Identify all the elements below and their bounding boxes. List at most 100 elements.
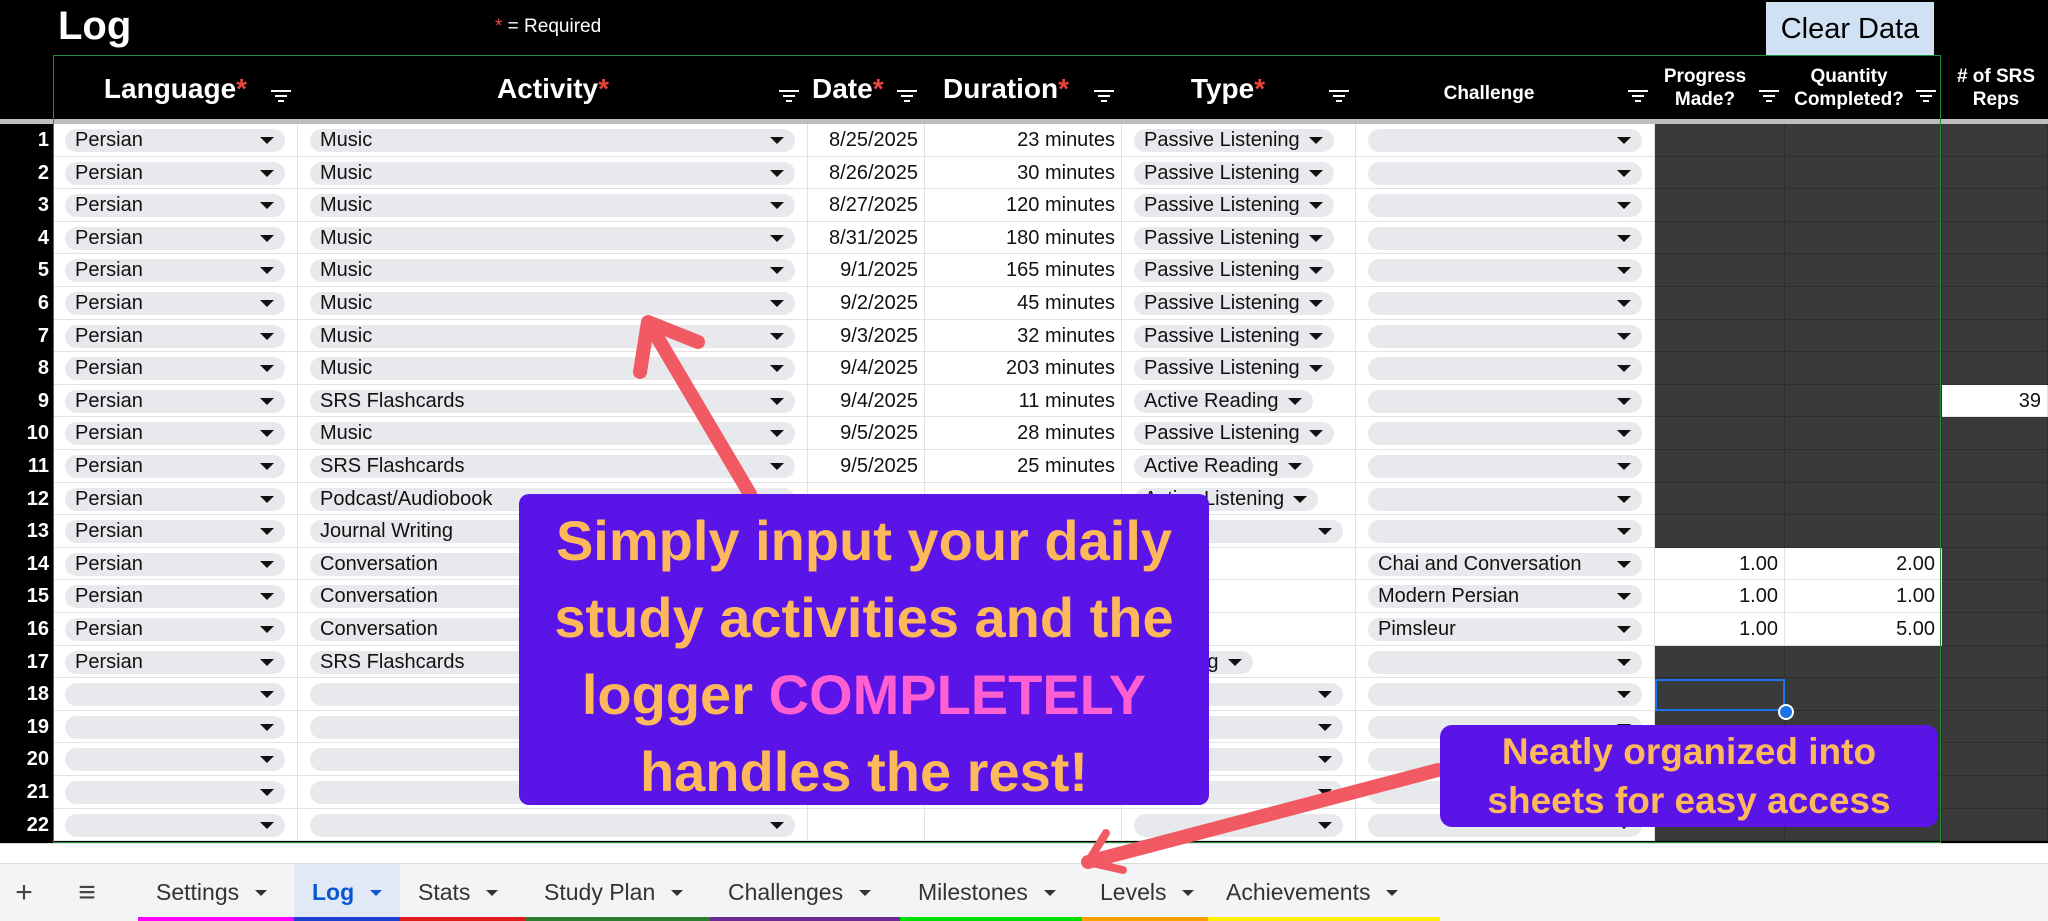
cell-date[interactable]: 9/4/2025 bbox=[808, 352, 925, 385]
chevron-down-icon[interactable] bbox=[1386, 889, 1399, 896]
cell-progress[interactable] bbox=[1655, 287, 1785, 320]
challenge-dropdown[interactable]: Pimsleur bbox=[1368, 618, 1642, 641]
cell-challenge[interactable] bbox=[1356, 385, 1655, 417]
cell-challenge[interactable] bbox=[1356, 157, 1655, 189]
challenge-dropdown[interactable] bbox=[1368, 683, 1642, 706]
type-dropdown[interactable]: Active Reading bbox=[1134, 455, 1313, 478]
row-number[interactable]: 1 bbox=[0, 124, 53, 156]
cell-srs[interactable] bbox=[1942, 776, 2048, 809]
cell-quantity[interactable] bbox=[1785, 287, 1942, 320]
dropdown-arrow-icon[interactable] bbox=[1318, 756, 1332, 763]
type-dropdown[interactable]: Passive Listening bbox=[1134, 357, 1334, 380]
row-number[interactable]: 9 bbox=[0, 385, 53, 417]
cell-srs[interactable] bbox=[1942, 483, 2048, 515]
cell-quantity[interactable]: 5.00 bbox=[1785, 613, 1942, 646]
cell-quantity[interactable]: 2.00 bbox=[1785, 548, 1942, 580]
tab-milestones[interactable]: Milestones bbox=[900, 864, 1082, 921]
cell-activity[interactable]: Music bbox=[298, 254, 808, 287]
cell-type[interactable]: Passive Listening bbox=[1122, 352, 1356, 385]
dropdown-arrow-icon[interactable] bbox=[1617, 235, 1631, 242]
activity-dropdown[interactable]: Music bbox=[310, 357, 795, 380]
challenge-dropdown[interactable] bbox=[1368, 259, 1642, 282]
header-activity[interactable]: Activity * bbox=[298, 55, 808, 121]
cell-language[interactable] bbox=[53, 776, 298, 809]
dropdown-arrow-icon[interactable] bbox=[1617, 463, 1631, 470]
cell-progress[interactable] bbox=[1655, 254, 1785, 287]
cell-challenge[interactable] bbox=[1356, 483, 1655, 515]
cell-date[interactable]: 8/27/2025 bbox=[808, 189, 925, 222]
row-number[interactable]: 16 bbox=[0, 613, 53, 645]
language-dropdown[interactable]: Persian bbox=[65, 488, 285, 511]
dropdown-arrow-icon[interactable] bbox=[1308, 202, 1323, 209]
dropdown-arrow-icon[interactable] bbox=[260, 170, 274, 177]
cell-srs[interactable] bbox=[1942, 809, 2048, 841]
dropdown-arrow-icon[interactable] bbox=[770, 365, 784, 372]
cell-srs[interactable] bbox=[1942, 711, 2048, 743]
dropdown-arrow-icon[interactable] bbox=[1617, 593, 1631, 600]
language-dropdown[interactable]: Persian bbox=[65, 325, 285, 348]
cell-srs[interactable] bbox=[1942, 678, 2048, 711]
cell-quantity[interactable] bbox=[1785, 483, 1942, 515]
dropdown-arrow-icon[interactable] bbox=[260, 430, 274, 437]
cell-challenge[interactable] bbox=[1356, 189, 1655, 222]
cell-challenge[interactable]: Pimsleur bbox=[1356, 613, 1655, 646]
dropdown-arrow-icon[interactable] bbox=[1308, 267, 1323, 274]
dropdown-arrow-icon[interactable] bbox=[1617, 430, 1631, 437]
tab-log[interactable]: Log bbox=[294, 864, 400, 921]
dropdown-arrow-icon[interactable] bbox=[260, 822, 274, 829]
dropdown-arrow-icon[interactable] bbox=[770, 202, 784, 209]
dropdown-arrow-icon[interactable] bbox=[1617, 300, 1631, 307]
cell-duration[interactable]: 180 minutes bbox=[925, 222, 1122, 254]
cell-quantity[interactable] bbox=[1785, 124, 1942, 157]
cell-quantity[interactable] bbox=[1785, 222, 1942, 254]
dropdown-arrow-icon[interactable] bbox=[1308, 430, 1323, 437]
cell-activity[interactable]: Music bbox=[298, 417, 808, 450]
cell-srs[interactable] bbox=[1942, 189, 2048, 222]
challenge-dropdown[interactable] bbox=[1368, 488, 1642, 511]
cell-duration[interactable]: 11 minutes bbox=[925, 385, 1122, 417]
cell-type[interactable] bbox=[1122, 809, 1356, 841]
language-dropdown[interactable] bbox=[65, 683, 285, 706]
cell-activity[interactable]: SRS Flashcards bbox=[298, 385, 808, 417]
cell-quantity[interactable]: 1.00 bbox=[1785, 580, 1942, 613]
cell-language[interactable] bbox=[53, 678, 298, 711]
cell-date[interactable]: 9/3/2025 bbox=[808, 320, 925, 352]
dropdown-arrow-icon[interactable] bbox=[1308, 333, 1323, 340]
dropdown-arrow-icon[interactable] bbox=[1287, 463, 1302, 470]
cell-activity[interactable]: Music bbox=[298, 124, 808, 157]
dropdown-arrow-icon[interactable] bbox=[770, 170, 784, 177]
header-duration[interactable]: Duration * bbox=[925, 55, 1101, 121]
header-srs-reps[interactable]: # of SRS Reps bbox=[1944, 55, 2048, 121]
cell-type[interactable]: Passive Listening bbox=[1122, 254, 1356, 287]
cell-language[interactable]: Persian bbox=[53, 320, 298, 352]
dropdown-arrow-icon[interactable] bbox=[1617, 398, 1631, 405]
cell-type[interactable]: Passive Listening bbox=[1122, 417, 1356, 450]
challenge-dropdown[interactable] bbox=[1368, 162, 1642, 185]
dropdown-arrow-icon[interactable] bbox=[1287, 398, 1302, 405]
activity-dropdown[interactable]: Music bbox=[310, 194, 795, 217]
dropdown-arrow-icon[interactable] bbox=[260, 659, 274, 666]
cell-duration[interactable]: 23 minutes bbox=[925, 124, 1122, 157]
type-dropdown[interactable]: Passive Listening bbox=[1134, 292, 1334, 315]
dropdown-arrow-icon[interactable] bbox=[770, 430, 784, 437]
row-number[interactable]: 21 bbox=[0, 776, 53, 808]
challenge-dropdown[interactable] bbox=[1368, 194, 1642, 217]
dropdown-arrow-icon[interactable] bbox=[260, 496, 274, 503]
cell-date[interactable]: 9/5/2025 bbox=[808, 450, 925, 483]
cell-challenge[interactable] bbox=[1356, 287, 1655, 320]
activity-dropdown[interactable] bbox=[310, 814, 795, 837]
dropdown-arrow-icon[interactable] bbox=[1308, 170, 1323, 177]
cell-date[interactable] bbox=[808, 809, 925, 841]
language-dropdown[interactable] bbox=[65, 781, 285, 804]
cell-srs[interactable] bbox=[1942, 613, 2048, 646]
cell-challenge[interactable] bbox=[1356, 515, 1655, 548]
cell-challenge[interactable]: Chai and Conversation bbox=[1356, 548, 1655, 580]
dropdown-arrow-icon[interactable] bbox=[770, 235, 784, 242]
cell-duration[interactable] bbox=[925, 809, 1122, 841]
language-dropdown[interactable]: Persian bbox=[65, 357, 285, 380]
cell-challenge[interactable] bbox=[1356, 124, 1655, 157]
language-dropdown[interactable]: Persian bbox=[65, 129, 285, 152]
cell-challenge[interactable] bbox=[1356, 222, 1655, 254]
dropdown-arrow-icon[interactable] bbox=[770, 398, 784, 405]
dropdown-arrow-icon[interactable] bbox=[260, 333, 274, 340]
